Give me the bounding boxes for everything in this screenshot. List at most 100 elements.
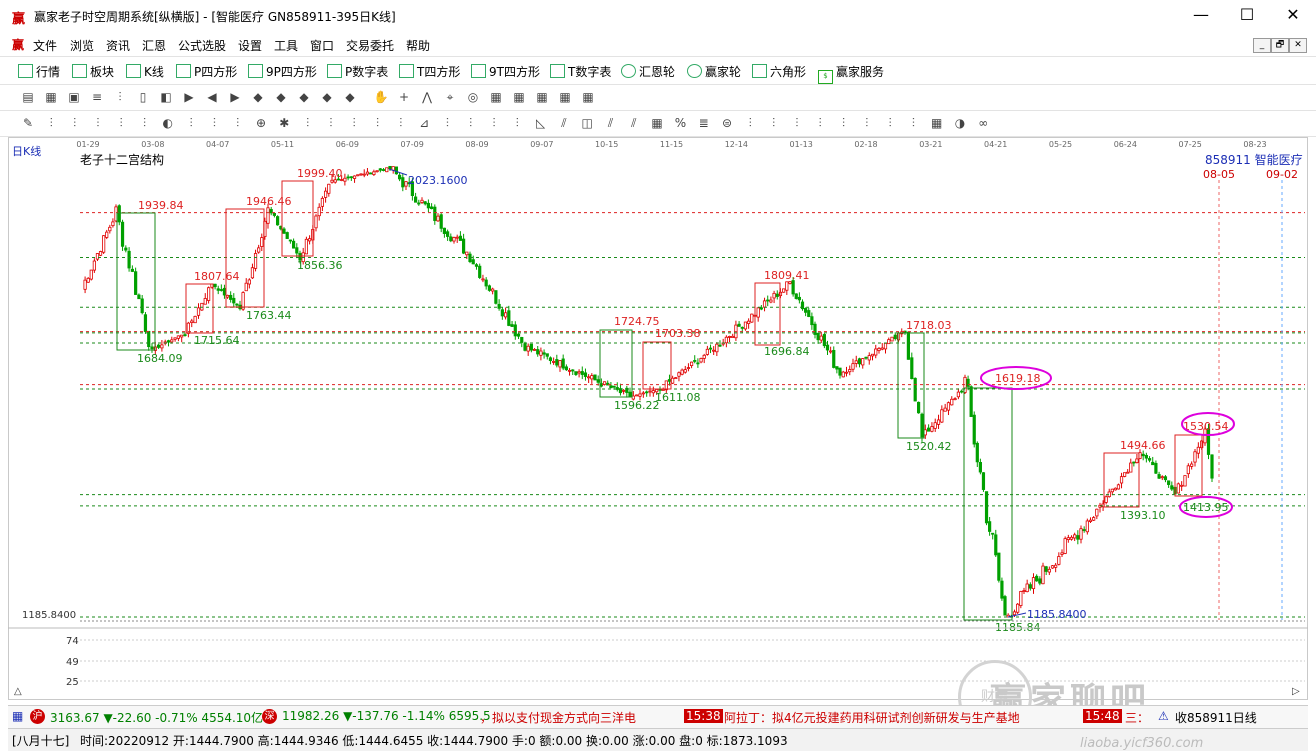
grid-small-icon[interactable]: ▦: [12, 709, 23, 723]
sh-index-value[interactable]: 3163.67 ▼-22.60 -0.71% 4554.10亿: [50, 709, 263, 726]
analysis-tool-icon[interactable]: ◑: [952, 115, 968, 131]
analysis-tool-icon[interactable]: ⫶: [346, 115, 362, 131]
draw-tool-icon[interactable]: ▦: [557, 89, 573, 105]
menu-formula[interactable]: 公式选股: [178, 37, 226, 54]
analysis-tool-icon[interactable]: ⫶: [43, 115, 59, 131]
analysis-tool-icon[interactable]: %: [672, 115, 688, 131]
draw-tool-icon[interactable]: ◆: [296, 89, 312, 105]
draw-tool-icon[interactable]: ◆: [250, 89, 266, 105]
collapse-button[interactable]: △: [14, 686, 22, 697]
analysis-tool-icon[interactable]: ⫶: [789, 115, 805, 131]
draw-tool-icon[interactable]: ⋀: [419, 89, 435, 105]
analysis-tool-icon[interactable]: ⫶: [742, 115, 758, 131]
draw-tool-icon[interactable]: ▶: [181, 89, 197, 105]
analysis-tool-icon[interactable]: ≣: [696, 115, 712, 131]
analysis-tool-icon[interactable]: ⊕: [253, 115, 269, 131]
toolbar-service[interactable]: $ 赢家服务: [818, 63, 884, 84]
draw-tool-icon[interactable]: ◆: [273, 89, 289, 105]
draw-tool-icon[interactable]: ◀: [204, 89, 220, 105]
toolbar-9p-square[interactable]: 9P四方形: [248, 63, 317, 80]
analysis-tool-icon[interactable]: ⫶: [230, 115, 246, 131]
analysis-tool-icon[interactable]: ⫶: [463, 115, 479, 131]
toolbar-hexagon[interactable]: 六角形: [752, 63, 806, 80]
analysis-tool-icon[interactable]: ⫶: [137, 115, 153, 131]
mdi-close-button[interactable]: ✕: [1289, 38, 1307, 53]
analysis-tool-icon[interactable]: ⫽: [626, 115, 642, 131]
analysis-tool-icon[interactable]: ⫶: [439, 115, 455, 131]
draw-tool-icon[interactable]: ▣: [66, 89, 82, 105]
draw-tool-icon[interactable]: ▦: [511, 89, 527, 105]
draw-tool-icon[interactable]: ◆: [342, 89, 358, 105]
analysis-tool-icon[interactable]: ⫶: [812, 115, 828, 131]
analysis-tool-icon[interactable]: ∞: [975, 115, 991, 131]
analysis-tool-icon[interactable]: ⫶: [836, 115, 852, 131]
news-ticker-1[interactable]: ，拟以支付现金方式向三洋电: [480, 709, 636, 726]
scroll-right-button[interactable]: ▷: [1292, 686, 1300, 697]
draw-tool-icon[interactable]: ⌖: [442, 89, 458, 105]
analysis-tool-icon[interactable]: ◺: [533, 115, 549, 131]
analysis-tool-icon[interactable]: ⫽: [603, 115, 619, 131]
toolbar-t-table[interactable]: T数字表: [550, 63, 611, 80]
analysis-tool-icon[interactable]: ⫶: [859, 115, 875, 131]
close-button[interactable]: ✕: [1270, 0, 1316, 32]
analysis-tool-icon[interactable]: ⫶: [766, 115, 782, 131]
menu-info[interactable]: 资讯: [106, 37, 130, 54]
toolbar-quotes[interactable]: 行情: [18, 63, 60, 80]
analysis-tool-icon[interactable]: ⫶: [67, 115, 83, 131]
menu-file[interactable]: 文件: [33, 37, 57, 54]
analysis-tool-icon[interactable]: ✎: [20, 115, 36, 131]
sz-index-value[interactable]: 11982.26 ▼-137.76 -1.14% 6595.5: [282, 709, 491, 723]
draw-tool-icon[interactable]: ▦: [534, 89, 550, 105]
toolbar-blocks[interactable]: 板块: [72, 63, 114, 80]
draw-tool-icon[interactable]: ≡: [89, 89, 105, 105]
analysis-tool-icon[interactable]: ⫶: [393, 115, 409, 131]
toolbar-t-square[interactable]: T四方形: [399, 63, 460, 80]
analysis-tool-icon[interactable]: ⫶: [905, 115, 921, 131]
draw-tool-icon[interactable]: ▦: [43, 89, 59, 105]
mdi-minimize-button[interactable]: _: [1253, 38, 1271, 53]
analysis-tool-icon[interactable]: ⫶: [323, 115, 339, 131]
draw-tool-icon[interactable]: ◧: [158, 89, 174, 105]
analysis-tool-icon[interactable]: ⊿: [416, 115, 432, 131]
draw-tool-icon[interactable]: ◎: [465, 89, 481, 105]
analysis-tool-icon[interactable]: ⫶: [113, 115, 129, 131]
analysis-tool-icon[interactable]: ⫽: [556, 115, 572, 131]
menu-tools[interactable]: 工具: [274, 37, 298, 54]
kline-chart-panel[interactable]: [8, 137, 1308, 700]
toolbar-winner-wheel[interactable]: 赢家轮: [687, 63, 741, 80]
mdi-restore-button[interactable]: 🗗: [1271, 38, 1289, 53]
analysis-tool-icon[interactable]: ◫: [579, 115, 595, 131]
toolbar-huien-wheel[interactable]: 汇恩轮: [621, 63, 675, 80]
toolbar-9t-square[interactable]: 9T四方形: [471, 63, 540, 80]
analysis-tool-icon[interactable]: ⊜: [719, 115, 735, 131]
analysis-tool-icon[interactable]: ⫶: [509, 115, 525, 131]
draw-tool-icon[interactable]: ▤: [20, 89, 36, 105]
analysis-tool-icon[interactable]: ▦: [929, 115, 945, 131]
maximize-button[interactable]: ☐: [1224, 0, 1270, 32]
analysis-tool-icon[interactable]: ⫶: [882, 115, 898, 131]
draw-tool-icon[interactable]: +: [396, 89, 412, 105]
draw-tool-icon[interactable]: ◆: [319, 89, 335, 105]
analysis-tool-icon[interactable]: ⫶: [183, 115, 199, 131]
menu-huien[interactable]: 汇恩: [142, 37, 166, 54]
draw-tool-icon[interactable]: ✋: [373, 89, 389, 105]
menu-trade[interactable]: 交易委托: [346, 37, 394, 54]
analysis-tool-icon[interactable]: ⫶: [486, 115, 502, 131]
draw-tool-icon[interactable]: ▶: [227, 89, 243, 105]
analysis-tool-icon[interactable]: ⫶: [90, 115, 106, 131]
toolbar-p-square[interactable]: P四方形: [176, 63, 237, 80]
draw-tool-icon[interactable]: ▯: [135, 89, 151, 105]
analysis-tool-icon[interactable]: ⫶: [206, 115, 222, 131]
analysis-tool-icon[interactable]: ⫶: [370, 115, 386, 131]
period-label[interactable]: 日K线: [12, 143, 41, 159]
analysis-tool-icon[interactable]: ▦: [649, 115, 665, 131]
menu-help[interactable]: 帮助: [406, 37, 430, 54]
menu-window[interactable]: 窗口: [310, 37, 334, 54]
analysis-tool-icon[interactable]: ✱: [276, 115, 292, 131]
news-ticker-2[interactable]: 阿拉丁：拟4亿元投建药用科研试剂创新研发与生产基地: [724, 709, 1020, 726]
news-ticker-3[interactable]: 三：: [1125, 709, 1149, 726]
toolbar-p-table[interactable]: P数字表: [327, 63, 388, 80]
toolbar-kline[interactable]: K线: [126, 63, 164, 80]
menu-browse[interactable]: 浏览: [70, 37, 94, 54]
draw-tool-icon[interactable]: ⫶: [112, 89, 128, 105]
